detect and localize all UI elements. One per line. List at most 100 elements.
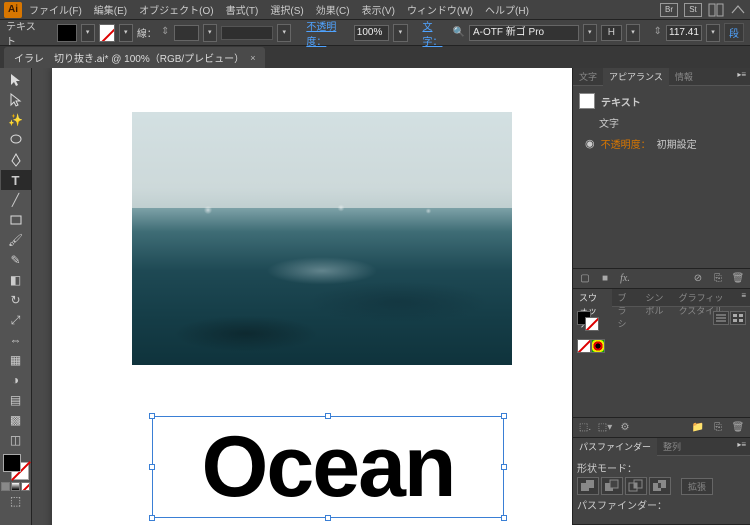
paragraph-link[interactable]: 段 xyxy=(724,23,744,42)
duplicate-item-icon[interactable]: ⎘ xyxy=(710,272,726,286)
handle-bl[interactable] xyxy=(149,515,155,521)
swatch-panel-menu-icon[interactable]: ≡ xyxy=(737,289,750,306)
tool-perspective[interactable]: ▤ xyxy=(1,390,31,410)
pf-exclude-icon[interactable] xyxy=(649,477,671,495)
pathfinder-panel-menu-icon[interactable]: ▸≡ xyxy=(733,438,750,455)
fill-stroke-proxy[interactable] xyxy=(3,454,29,480)
brush-definition[interactable] xyxy=(221,26,273,40)
handle-bm[interactable] xyxy=(325,515,331,521)
stock-icon[interactable]: St xyxy=(684,3,702,17)
new-color-group-icon[interactable]: 📁 xyxy=(690,421,706,435)
tab-info[interactable]: 情報 xyxy=(669,68,699,85)
tool-mesh[interactable]: ▩ xyxy=(1,410,31,430)
menu-object[interactable]: オブジェクト(O) xyxy=(134,0,218,19)
tab-pathfinder[interactable]: パスファインダー xyxy=(573,438,657,456)
tool-shape-builder[interactable]: ◑ xyxy=(1,370,31,390)
menu-select[interactable]: 選択(S) xyxy=(265,0,308,19)
appearance-opacity-label[interactable]: 不透明度： xyxy=(601,136,651,151)
stroke-weight-dropdown[interactable]: ▾ xyxy=(203,24,217,42)
font-family-field[interactable]: A-OTF 新ゴ Pro xyxy=(469,25,579,41)
font-style-dropdown[interactable]: ▾ xyxy=(626,24,640,42)
color-mode-solid[interactable] xyxy=(1,482,10,491)
delete-item-icon[interactable]: 🗑 xyxy=(730,272,746,286)
swatch-stroke-none[interactable] xyxy=(585,317,599,331)
eye-icon[interactable]: ◉ xyxy=(585,137,595,150)
tool-selection[interactable] xyxy=(1,70,31,90)
opacity-dropdown[interactable]: ▾ xyxy=(393,24,407,42)
arrange-docs-icon[interactable] xyxy=(708,3,724,17)
swatch-libraries-icon[interactable]: ⬚. xyxy=(577,421,593,435)
color-mode-gradient[interactable] xyxy=(11,482,20,491)
tool-free-transform[interactable]: ▦ xyxy=(1,350,31,370)
font-family-dropdown[interactable]: ▾ xyxy=(583,24,597,42)
tab-appearance[interactable]: アピアランス xyxy=(603,68,669,86)
tab-align[interactable]: 整列 xyxy=(657,438,687,455)
stroke-weight-field[interactable] xyxy=(174,25,199,41)
menu-file[interactable]: ファイル(F) xyxy=(24,0,87,19)
handle-tl[interactable] xyxy=(149,413,155,419)
fill-dropdown[interactable]: ▾ xyxy=(81,24,95,42)
appearance-characters-row[interactable]: 文字 xyxy=(599,115,619,130)
tool-scale[interactable]: ⤢ xyxy=(1,310,31,330)
tool-rotate[interactable]: ↻ xyxy=(1,290,31,310)
stroke-stepper-icon[interactable]: ⇕ xyxy=(161,26,170,40)
opacity-link[interactable]: 不透明度： xyxy=(306,18,349,48)
tab-character[interactable]: 文字 xyxy=(573,68,603,85)
swatch-list-view-icon[interactable] xyxy=(713,311,729,325)
handle-tm[interactable] xyxy=(325,413,331,419)
tool-lasso[interactable] xyxy=(1,130,31,150)
tool-type[interactable]: T xyxy=(1,170,31,190)
pf-minus-front-icon[interactable] xyxy=(601,477,623,495)
color-mode-none[interactable] xyxy=(21,482,30,491)
fill-swatch[interactable] xyxy=(57,24,76,42)
add-stroke-icon[interactable]: ▢ xyxy=(577,272,593,286)
pf-intersect-icon[interactable] xyxy=(625,477,647,495)
handle-ml[interactable] xyxy=(149,464,155,470)
add-effect-icon[interactable]: fx. xyxy=(617,272,633,286)
placed-image-ocean[interactable] xyxy=(132,112,512,365)
swatch-none[interactable] xyxy=(577,339,591,353)
menu-format[interactable]: 書式(T) xyxy=(221,0,264,19)
menu-help[interactable]: ヘルプ(H) xyxy=(480,0,534,19)
tool-pencil[interactable]: ✎ xyxy=(1,250,31,270)
pf-expand-button[interactable]: 拡張 xyxy=(681,478,713,495)
opacity-field[interactable]: 100% xyxy=(354,25,390,41)
tool-line[interactable]: ╱ xyxy=(1,190,31,210)
swatch-grid-view-icon[interactable] xyxy=(730,311,746,325)
swatch-kind-menu-icon[interactable]: ⬚▾ xyxy=(597,421,613,435)
panel-menu-icon[interactable]: ▸≡ xyxy=(733,68,750,85)
stroke-dropdown[interactable]: ▾ xyxy=(119,24,133,42)
tool-paintbrush[interactable]: 🖌 xyxy=(1,230,31,250)
tool-width[interactable]: ⇔ xyxy=(1,330,31,350)
tool-gradient[interactable]: ◫ xyxy=(1,430,31,450)
text-object-selected[interactable]: Ocean xyxy=(152,416,504,518)
menu-edit[interactable]: 編集(E) xyxy=(89,0,132,19)
gpu-preview-icon[interactable] xyxy=(730,3,746,17)
tab-swatches[interactable]: スウォッチ xyxy=(573,289,612,307)
new-swatch-icon[interactable]: ⎘ xyxy=(710,421,726,435)
tool-magic-wand[interactable]: ✨ xyxy=(1,110,31,130)
tool-screen-mode[interactable]: ⬚ xyxy=(1,491,31,511)
clear-appearance-icon[interactable]: ⊘ xyxy=(690,272,706,286)
swatch-options-icon[interactable]: ⚙ xyxy=(617,421,633,435)
brush-dropdown[interactable]: ▾ xyxy=(277,24,291,42)
delete-swatch-icon[interactable]: 🗑 xyxy=(730,421,746,435)
document-tab[interactable]: イラレ 切り抜き.ai* @ 100%（RGB/プレビュー） × xyxy=(4,47,265,68)
tab-symbols[interactable]: シンボル xyxy=(639,289,672,306)
tab-graphic-styles[interactable]: グラフィックスタイル xyxy=(673,289,738,306)
font-size-field[interactable]: 117.41 xyxy=(666,25,702,41)
bridge-icon[interactable]: Br xyxy=(660,3,678,17)
pf-unite-icon[interactable] xyxy=(577,477,599,495)
swatch-registration[interactable] xyxy=(591,339,605,353)
stroke-swatch-none[interactable] xyxy=(99,24,115,42)
menu-effect[interactable]: 効果(C) xyxy=(311,0,355,19)
size-stepper-icon[interactable]: ⇕ xyxy=(653,26,662,40)
add-fill-icon[interactable]: ■ xyxy=(597,272,613,286)
handle-mr[interactable] xyxy=(501,464,507,470)
menu-window[interactable]: ウィンドウ(W) xyxy=(402,0,478,19)
tool-direct-select[interactable] xyxy=(1,90,31,110)
tool-eraser[interactable]: ◧ xyxy=(1,270,31,290)
handle-br[interactable] xyxy=(501,515,507,521)
canvas-area[interactable]: Ocean xyxy=(32,68,572,525)
font-size-dropdown[interactable]: ▾ xyxy=(706,24,720,42)
